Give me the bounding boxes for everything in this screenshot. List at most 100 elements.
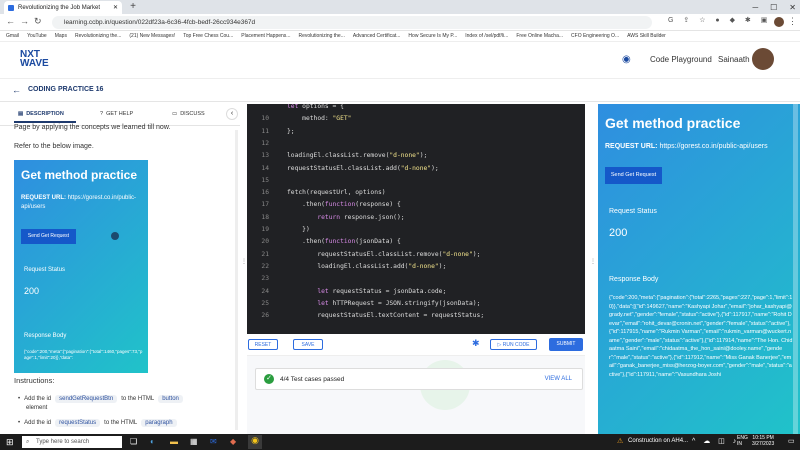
description-text: Page by applying the concepts we learned… xyxy=(14,124,171,131)
list-item: • Add the id sendGetRequestBtn to the HT… xyxy=(18,395,183,403)
code-line[interactable]: method: "GET" xyxy=(287,115,351,122)
task-view-icon[interactable]: ❏ xyxy=(130,437,137,446)
bookmark-item[interactable]: Maps xyxy=(55,33,67,39)
chrome-icon[interactable]: ◉ xyxy=(248,435,262,449)
bookmark-item[interactable]: AWS Skill Builder xyxy=(627,33,666,39)
reload-icon[interactable]: ↻ xyxy=(34,16,42,27)
code-playground-link[interactable]: Code Playground xyxy=(650,55,712,64)
window-controls: ─ ☐ ✕ xyxy=(752,0,796,14)
extension-icons[interactable]: G ⇪ ☆ ● ◆ ✱ ▣ xyxy=(668,16,771,24)
line-number: 20 xyxy=(261,238,269,246)
search-input[interactable]: ⌕ Type here to search xyxy=(22,436,122,448)
code-line[interactable]: loadingEl.classList.add("d-none"); xyxy=(287,263,446,270)
code-line[interactable]: return response.json(); xyxy=(287,214,404,221)
notification-icon[interactable]: ▭ xyxy=(788,437,795,445)
code-editor[interactable]: let options = {10 method: "GET" 11}; 12 13 l… xyxy=(247,104,585,334)
store-icon[interactable]: ▦ xyxy=(190,437,198,446)
tab-description[interactable]: ▤ DESCRIPTION xyxy=(18,111,64,117)
bookmark-item[interactable]: (21) New Messages! xyxy=(129,33,175,39)
code-line[interactable]: }; xyxy=(287,128,295,135)
bookmark-item[interactable]: Advanced Certificat... xyxy=(353,33,401,39)
code-line[interactable]: let requestStatus = jsonData.code; xyxy=(287,288,446,295)
tab-label: DESCRIPTION xyxy=(26,111,64,117)
bullet: • xyxy=(18,396,21,402)
send-get-request-button[interactable]: Send Get Request xyxy=(605,167,662,184)
bookmark-item[interactable]: Free Online Macha... xyxy=(516,33,563,39)
collapse-panel-icon[interactable]: ‹ xyxy=(226,108,238,120)
profile-avatar[interactable] xyxy=(774,17,784,27)
active-tab-indicator xyxy=(14,121,76,123)
request-url-label: REQUEST URL: xyxy=(605,143,658,150)
back-icon[interactable]: ← xyxy=(6,16,15,26)
nxtwave-logo[interactable]: NXT WAVE xyxy=(20,50,49,69)
line-number: 18 xyxy=(261,213,269,221)
code-line[interactable]: requestStatusEl.classList.remove("d-none… xyxy=(287,251,480,258)
windows-start-icon[interactable]: ⊞ xyxy=(6,437,14,448)
avatar[interactable] xyxy=(752,48,774,70)
url-field[interactable]: learning.ccbp.in/question/022df23a-6c36-… xyxy=(52,16,652,29)
line-number: 26 xyxy=(261,312,269,320)
bookmark-item[interactable]: CFO Engineering O... xyxy=(571,33,619,39)
code-line[interactable]: loadingEl.classList.remove("d-none"); xyxy=(287,152,427,159)
tab-get-help[interactable]: ? GET HELP xyxy=(100,111,133,117)
forward-icon[interactable]: → xyxy=(20,16,29,26)
preview-request-url: REQUEST URL: https://gorest.co.in/public… xyxy=(605,143,768,150)
instruction-text: Add the id xyxy=(24,396,52,402)
line-number: 12 xyxy=(261,139,269,147)
code-line[interactable]: requestStatusEl.textContent = requestSta… xyxy=(287,312,484,319)
new-tab-button[interactable]: + xyxy=(127,1,139,13)
close-tab-icon[interactable]: ✕ xyxy=(113,4,118,11)
code-line[interactable]: let options = { xyxy=(287,104,344,110)
settings-icon[interactable]: ✱ xyxy=(472,338,480,349)
line-number: 19 xyxy=(261,226,269,233)
drag-handle-icon[interactable]: ⋮ xyxy=(590,258,596,265)
save-button[interactable]: SAVE xyxy=(293,339,323,350)
run-code-button[interactable]: ▷ RUN CODE xyxy=(490,339,537,350)
language-indicator[interactable]: ENG IN xyxy=(737,435,748,447)
instruction-code: requestStatus xyxy=(55,419,101,427)
left-scrollbar[interactable] xyxy=(235,130,238,430)
code-line[interactable]: requestStatusEl.classList.add("d-none"); xyxy=(287,165,439,172)
bookmark-item[interactable]: Gmail xyxy=(6,33,19,39)
system-tray-icons[interactable]: ^ ☁ ◫ ♪ xyxy=(692,437,739,445)
date: 3/27/2023 xyxy=(752,441,775,447)
browser-tab[interactable]: Revolutionizing the Job Market ✕ xyxy=(4,1,122,14)
playground-icon[interactable]: ◉ xyxy=(622,54,631,65)
status-value: 200 xyxy=(609,227,628,239)
bookmark-item[interactable]: Revolutionizing the... xyxy=(75,33,121,39)
close-window-icon[interactable]: ✕ xyxy=(789,3,796,12)
bookmark-item[interactable]: How Secure Is My P... xyxy=(408,33,457,39)
menu-icon[interactable]: ⋮ xyxy=(788,16,797,27)
logo-bottom: WAVE xyxy=(20,58,49,69)
tab-discuss[interactable]: ▭ DISCUSS xyxy=(172,111,205,117)
reference-image: Get method practice REQUEST URL: https:/… xyxy=(14,160,148,373)
bookmark-item[interactable]: Placement Happens... xyxy=(241,33,290,39)
code-line[interactable]: }) xyxy=(287,226,310,233)
file-explorer-icon[interactable]: ▬ xyxy=(170,437,178,446)
preview-title: Get method practice xyxy=(21,168,138,182)
code-line[interactable]: fetch(requestUrl, options) xyxy=(287,189,386,196)
code-line[interactable]: .then(function(response) { xyxy=(287,201,401,208)
line-number: 15 xyxy=(261,176,269,184)
code-line[interactable]: let hTTPRequest = JSON.stringify(jsonDat… xyxy=(287,300,480,307)
clock[interactable]: 10:15 PM 3/27/2023 xyxy=(752,435,774,447)
minimize-icon[interactable]: ─ xyxy=(752,3,758,12)
app-icon[interactable]: ◆ xyxy=(230,437,236,446)
weather-text[interactable]: Construction on AH4... xyxy=(628,438,688,444)
bookmark-item[interactable]: Revolutionizing the... xyxy=(298,33,344,39)
username[interactable]: Sainaath xyxy=(718,55,750,64)
edge-icon[interactable]: ◐ xyxy=(150,437,155,446)
maximize-icon[interactable]: ☐ xyxy=(770,3,777,12)
bookmark-item[interactable]: Index of /sel/pdf/li... xyxy=(465,33,508,39)
preview-scrollbar[interactable] xyxy=(793,104,798,434)
practice-header xyxy=(0,80,800,102)
mail-icon[interactable]: ✉ xyxy=(210,437,217,446)
site-favicon-icon xyxy=(8,4,14,11)
back-arrow-icon[interactable]: ← xyxy=(12,85,21,95)
code-line[interactable]: .then(function(jsonData) { xyxy=(287,238,401,245)
submit-button[interactable]: SUBMIT xyxy=(549,338,583,351)
view-all-link[interactable]: VIEW ALL xyxy=(545,376,572,382)
reset-button[interactable]: RESET xyxy=(248,339,278,350)
bookmark-item[interactable]: YouTube xyxy=(27,33,47,39)
bookmark-item[interactable]: Top Free Chess Cou... xyxy=(183,33,233,39)
